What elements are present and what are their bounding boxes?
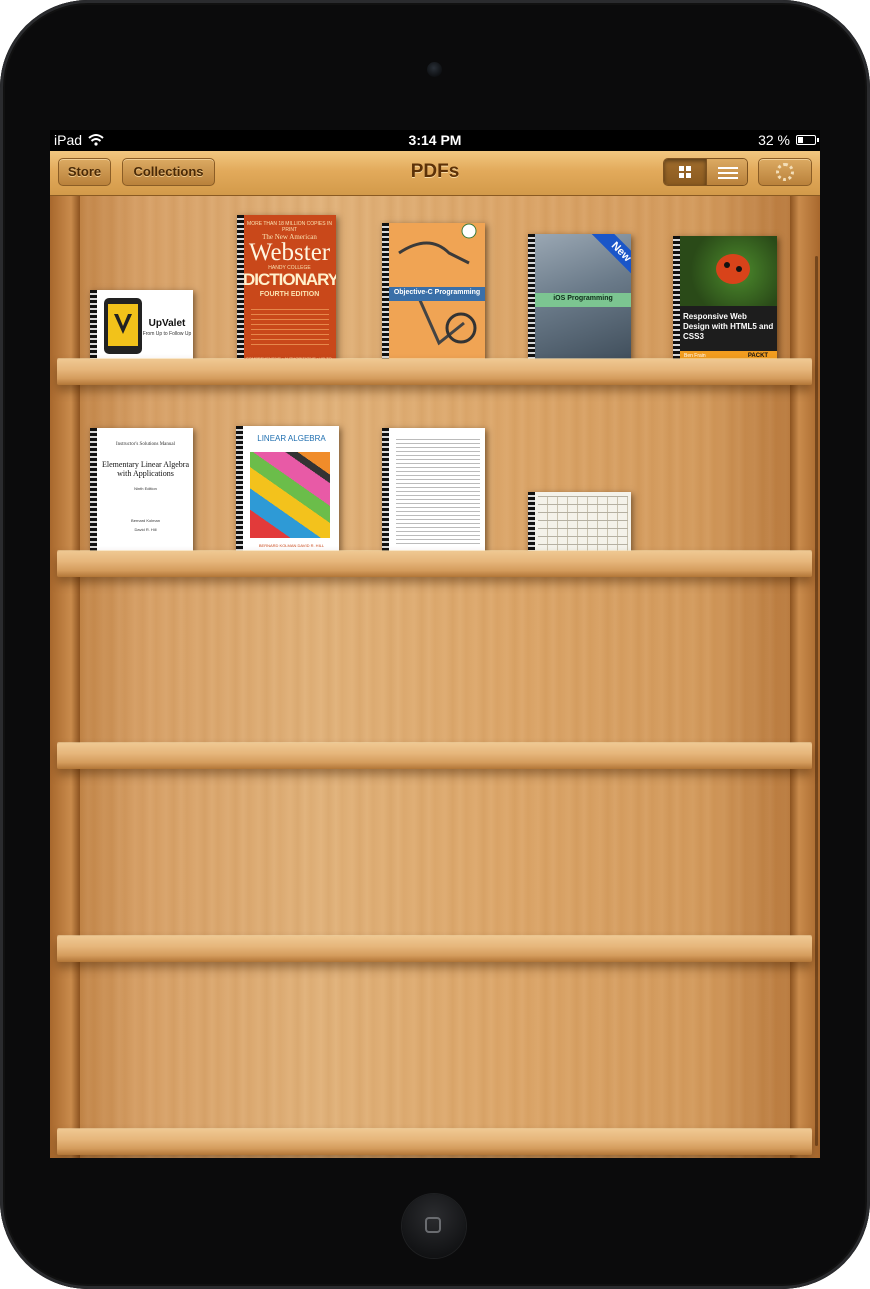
shelf-4 — [57, 936, 812, 962]
book-title-2: DICTIONARY — [243, 270, 336, 289]
book-objective-c-programming[interactable]: Objective-C Programming — [382, 223, 485, 365]
book-top-text: MORE THAN 18 MILLION COPIES IN PRINT — [247, 221, 332, 233]
status-bar: iPad 3:14 PM 32 % — [50, 130, 820, 151]
spiral-binding — [90, 290, 97, 365]
bookshelf: UpValet From Up to Follow Up MORE THAN 1… — [50, 196, 820, 1158]
document-text — [396, 436, 480, 546]
upvalet-logo — [104, 298, 142, 354]
shelf-1 — [57, 359, 812, 385]
screen: iPad 3:14 PM 32 % Store Collections PDFs — [50, 130, 820, 1158]
home-button[interactable] — [402, 1194, 466, 1258]
view-mode-control — [663, 158, 748, 186]
battery-percent: 32 % — [758, 132, 790, 148]
list-view-button[interactable] — [706, 159, 747, 185]
book-edition: Ninth Edition — [134, 486, 157, 491]
book-subtitle: From Up to Follow Up — [142, 331, 192, 337]
book-responsive-web-design[interactable]: Responsive Web Design with HTML5 and CSS… — [673, 236, 777, 365]
book-title: LINEAR ALGEBRA — [257, 434, 326, 443]
book-title: Elementary Linear Algebra with Applicati… — [101, 460, 190, 478]
spiral-binding — [528, 492, 535, 557]
book-title: Responsive Web Design with HTML5 and CSS… — [683, 312, 774, 341]
book-upvalet[interactable]: UpValet From Up to Follow Up — [90, 290, 193, 365]
cover-text-lines — [251, 305, 329, 349]
spiral-binding — [673, 236, 680, 365]
spiral-binding — [236, 426, 243, 557]
map-image — [538, 496, 628, 552]
book-linear-algebra[interactable]: LINEAR ALGEBRA BERNARD KOLMAN DAVID R. H… — [236, 426, 339, 557]
book-solutions-manual[interactable]: Instructor's Solutions Manual Elementary… — [90, 428, 193, 557]
book-title: iOS Programming — [553, 295, 613, 302]
shelf-5 — [57, 1129, 812, 1155]
spiral-binding — [528, 234, 535, 365]
shelf-side-left — [50, 196, 80, 1158]
cover-art — [250, 452, 330, 538]
book-authors: BERNARD KOLMAN DAVID R. HILL — [258, 543, 325, 548]
spiral-binding — [382, 428, 389, 557]
grid-view-button[interactable] — [664, 159, 706, 185]
ipad-device: iPad 3:14 PM 32 % Store Collections PDFs — [0, 0, 870, 1289]
clock: 3:14 PM — [408, 132, 462, 148]
spiral-binding — [382, 223, 389, 365]
grid-icon — [679, 166, 691, 178]
book-author: Bernard Kolman — [131, 518, 160, 523]
book-title: UpValet — [148, 318, 186, 329]
activity-button[interactable] — [758, 158, 812, 186]
book-webster-dictionary[interactable]: MORE THAN 18 MILLION COPIES IN PRINT The… — [237, 215, 336, 365]
ladybug-image — [680, 236, 777, 306]
shelf-2 — [57, 551, 812, 577]
spiral-binding — [237, 215, 244, 365]
book-author-2: David R. Hill — [134, 527, 157, 532]
list-icon — [718, 167, 738, 179]
book-edition: FOURTH EDITION — [259, 291, 320, 298]
spiral-binding — [90, 428, 97, 557]
book-ios-programming[interactable]: iOS Programming New — [528, 234, 631, 365]
shelf-3 — [57, 743, 812, 769]
toolbar: Store Collections PDFs — [50, 151, 820, 196]
book-title: Objective-C Programming — [393, 289, 481, 296]
front-camera — [427, 62, 442, 77]
book-map[interactable] — [528, 492, 631, 557]
spinner-icon — [776, 163, 794, 181]
book-top-text: Instructor's Solutions Manual — [116, 442, 175, 447]
scrollbar[interactable] — [815, 256, 818, 1146]
book-syllabus[interactable] — [382, 428, 485, 557]
battery-icon — [796, 135, 819, 145]
home-square-icon — [425, 1217, 441, 1233]
book-title: Webster — [248, 239, 331, 266]
